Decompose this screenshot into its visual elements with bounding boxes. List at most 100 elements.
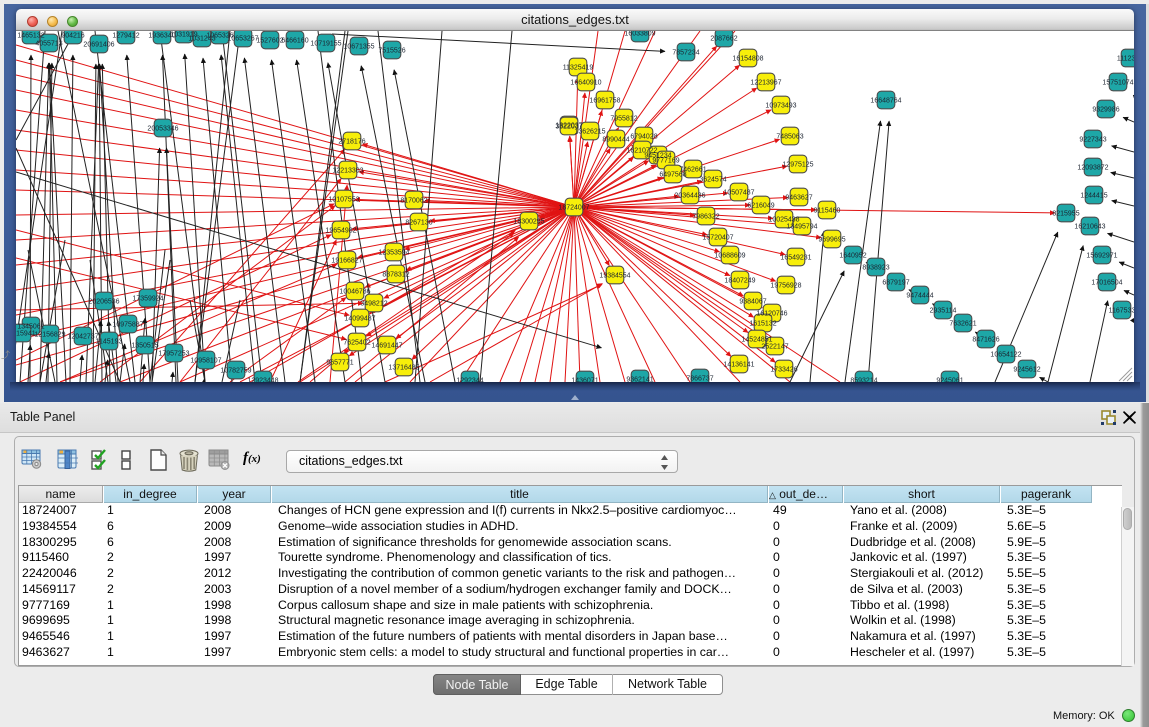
svg-text:18724007: 18724007 (558, 205, 589, 212)
svg-text:12093872: 12093872 (1077, 165, 1108, 172)
svg-text:20206536: 20206536 (88, 299, 119, 306)
svg-text:1345061: 1345061 (17, 324, 44, 331)
svg-text:16033809: 16033809 (624, 31, 655, 38)
svg-text:1615132: 1615132 (749, 321, 776, 328)
svg-text:9245612: 9245612 (1013, 367, 1040, 374)
svg-text:9463627: 9463627 (785, 195, 812, 202)
svg-text:10654122: 10654122 (990, 352, 1021, 359)
svg-text:20691406: 20691406 (83, 42, 114, 49)
svg-text:9227343: 9227343 (1079, 137, 1106, 144)
svg-text:13716485: 13716485 (388, 365, 419, 372)
svg-text:10975887: 10975887 (112, 322, 143, 329)
svg-text:7485063: 7485063 (776, 134, 803, 141)
svg-text:1733426: 1733426 (770, 367, 797, 374)
svg-text:16961758: 16961758 (589, 98, 620, 105)
svg-text:12213303: 12213303 (332, 168, 363, 175)
svg-text:16549231: 16549231 (780, 255, 811, 262)
svg-text:9699695: 9699695 (818, 237, 845, 244)
svg-text:14136141: 14136141 (723, 362, 754, 369)
svg-text:15751074: 15751074 (1102, 80, 1133, 87)
svg-text:1112345: 1112345 (1117, 56, 1134, 63)
svg-text:8267130: 8267130 (405, 220, 432, 227)
svg-text:6216049: 6216049 (747, 203, 774, 210)
svg-text:8878312: 8878312 (382, 272, 409, 279)
svg-text:11325419: 11325419 (563, 65, 594, 72)
svg-text:20364436: 20364436 (674, 193, 705, 200)
svg-text:12923448: 12923448 (247, 378, 278, 383)
svg-text:2522147: 2522147 (761, 344, 788, 351)
svg-text:1436071: 1436071 (571, 378, 598, 383)
svg-text:12156829: 12156829 (34, 332, 65, 339)
svg-text:15720407: 15720407 (702, 235, 733, 242)
svg-text:18407249: 18407249 (724, 278, 755, 285)
svg-text:14524851: 14524851 (741, 337, 772, 344)
svg-text:7866737: 7866737 (686, 376, 713, 383)
svg-text:17016504: 17016504 (1091, 280, 1122, 287)
svg-text:10688609: 10688609 (714, 253, 745, 260)
svg-text:16640910: 16640910 (570, 80, 601, 87)
svg-text:9384067: 9384067 (739, 299, 766, 306)
svg-text:9474444: 9474444 (906, 293, 933, 300)
svg-text:1465132: 1465132 (17, 33, 44, 40)
svg-text:16210643: 16210643 (1074, 224, 1105, 231)
svg-text:7955812: 7955812 (610, 116, 637, 123)
svg-text:12213967: 12213967 (750, 80, 781, 87)
svg-text:6794028: 6794028 (630, 134, 657, 141)
svg-text:4055713: 4055713 (35, 41, 62, 48)
svg-text:16648764: 16648764 (870, 98, 901, 105)
svg-text:7625402: 7625402 (343, 340, 370, 347)
svg-text:10107553: 10107553 (328, 197, 359, 204)
svg-text:3822037: 3822037 (555, 124, 582, 131)
svg-text:9362141: 9362141 (626, 377, 653, 383)
svg-text:1244415: 1244415 (1080, 193, 1107, 200)
svg-text:16154808: 16154808 (732, 56, 763, 63)
svg-text:904216: 904216 (61, 33, 84, 40)
svg-text:12042737: 12042737 (67, 334, 98, 341)
svg-text:7515526: 7515526 (378, 48, 405, 55)
svg-text:10507487: 10507487 (723, 190, 754, 197)
svg-text:16120746: 16120746 (756, 311, 787, 318)
svg-text:6879197: 6879197 (882, 280, 909, 287)
svg-text:3624574: 3624574 (699, 177, 726, 184)
svg-text:12975125: 12975125 (782, 162, 813, 169)
svg-text:1527602: 1527602 (256, 38, 283, 45)
svg-text:10973493: 10973493 (765, 103, 796, 110)
svg-text:1292344: 1292344 (456, 378, 483, 383)
svg-text:6466160: 6466160 (281, 38, 308, 45)
svg-text:2087662: 2087662 (710, 36, 737, 43)
svg-text:3498212: 3498212 (360, 301, 387, 308)
svg-text:14099487: 14099487 (344, 316, 375, 323)
svg-text:15692971: 15692971 (1086, 253, 1117, 260)
svg-text:19166827: 19166827 (331, 258, 362, 265)
svg-text:17957253: 17957253 (158, 351, 189, 358)
svg-text:10046786: 10046786 (339, 289, 370, 296)
svg-text:8593214: 8593214 (850, 378, 877, 383)
svg-text:19384554: 19384554 (599, 273, 630, 280)
svg-text:8938923: 8938923 (862, 265, 889, 272)
svg-text:7986322: 7986322 (692, 214, 719, 221)
svg-text:19756928: 19756928 (770, 283, 801, 290)
svg-text:1350515: 1350515 (131, 343, 158, 350)
svg-text:9329986: 9329986 (1092, 107, 1119, 114)
svg-text:8170062: 8170062 (400, 198, 427, 205)
svg-text:8990444: 8990444 (602, 137, 629, 144)
svg-text:8215955: 8215955 (1052, 211, 1079, 218)
svg-text:19654982: 19654982 (325, 228, 356, 235)
svg-text:10653267: 10653267 (227, 36, 258, 43)
svg-text:18300295: 18300295 (513, 219, 544, 226)
svg-text:9777169: 9777169 (652, 158, 679, 165)
svg-text:10025438: 10025438 (768, 217, 799, 224)
svg-text:20053346: 20053346 (147, 126, 178, 133)
svg-text:9657771: 9657771 (326, 360, 353, 367)
svg-text:8471626: 8471626 (972, 337, 999, 344)
svg-text:1279412: 1279412 (112, 33, 139, 40)
svg-text:9115460: 9115460 (814, 208, 841, 215)
svg-text:10671355: 10671355 (343, 44, 374, 51)
svg-text:1145193: 1145193 (96, 339, 123, 346)
svg-text:3915941: 3915941 (16, 331, 36, 338)
svg-text:2718176: 2718176 (338, 139, 365, 146)
svg-text:7857234: 7857234 (672, 50, 699, 57)
svg-text:9245061: 9245061 (936, 378, 963, 383)
svg-text:7632621: 7632621 (949, 321, 976, 328)
svg-text:17359924: 17359924 (132, 296, 163, 303)
